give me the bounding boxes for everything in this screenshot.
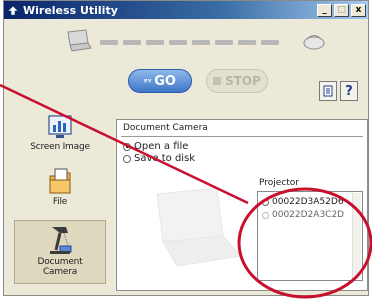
maximize-button[interactable]: □	[334, 3, 349, 17]
projector-id: 00022D2A3C2D	[272, 210, 345, 220]
minimize-button[interactable]: _	[317, 3, 332, 17]
laptop-watermark-icon	[156, 187, 242, 267]
option-open-file-label: Open a file	[134, 141, 189, 152]
sidebar-item-file[interactable]: File	[14, 166, 106, 216]
close-button[interactable]: x	[351, 3, 366, 17]
projector-label: Projector	[259, 178, 299, 188]
wireless-utility-window: Wireless Utility _ □ x ᵖᵞ GO STOP ? Scre…	[3, 0, 369, 296]
stop-label: STOP	[225, 74, 261, 88]
projector-item[interactable]: 00022D2A3C2D	[262, 210, 344, 220]
radio-open-file[interactable]	[123, 142, 131, 151]
go-label: GO	[154, 73, 176, 89]
panel-divider	[121, 136, 363, 137]
connection-status	[62, 29, 332, 55]
mode-sidebar: Screen Image File Document Camera	[14, 108, 106, 291]
projector-id: 00022D3A52D6	[272, 197, 344, 207]
projector-radio[interactable]	[262, 198, 269, 206]
app-icon	[7, 5, 19, 16]
sidebar-item-label-line2: Camera	[42, 267, 78, 277]
antenna-icon: ᵖᵞ	[144, 76, 152, 86]
stop-icon	[213, 77, 222, 85]
document-camera-panel: Document Camera Open a file Save to disk…	[116, 119, 368, 291]
folder-icon	[49, 168, 71, 194]
sidebar-item-screen-image[interactable]: Screen Image	[14, 114, 106, 162]
go-button[interactable]: ᵖᵞ GO	[128, 69, 192, 93]
link-progress	[100, 40, 279, 45]
stop-button[interactable]: STOP	[206, 69, 268, 93]
panel-title: Document Camera	[123, 123, 208, 133]
laptop-icon	[67, 29, 92, 52]
sidebar-item-label: Screen Image	[30, 142, 90, 152]
projector-signal-icon	[303, 35, 325, 50]
projector-radio[interactable]	[262, 211, 269, 219]
projector-item[interactable]: 00022D3A52D6	[262, 197, 344, 207]
sidebar-item-label-line1: Document	[37, 257, 83, 267]
option-open-file[interactable]: Open a file	[123, 141, 188, 152]
projector-list[interactable]: 00022D3A52D6 00022D2A3C2D	[257, 191, 363, 281]
sidebar-item-label: File	[52, 197, 68, 207]
list-icon	[323, 85, 333, 97]
chart-screen-icon	[48, 115, 72, 138]
window-title: Wireless Utility	[23, 3, 118, 17]
radio-save-disk[interactable]	[123, 154, 131, 163]
help-icon: ?	[345, 83, 353, 99]
option-save-disk-label: Save to disk	[134, 153, 196, 164]
help-button[interactable]: ?	[340, 81, 358, 101]
title-bar: Wireless Utility _ □ x	[4, 1, 368, 19]
projector-scrollbar[interactable]	[352, 193, 361, 279]
document-camera-icon	[50, 227, 72, 254]
option-save-disk[interactable]: Save to disk	[123, 153, 195, 164]
sidebar-item-document-camera[interactable]: Document Camera	[14, 220, 106, 284]
settings-button[interactable]	[319, 81, 337, 101]
